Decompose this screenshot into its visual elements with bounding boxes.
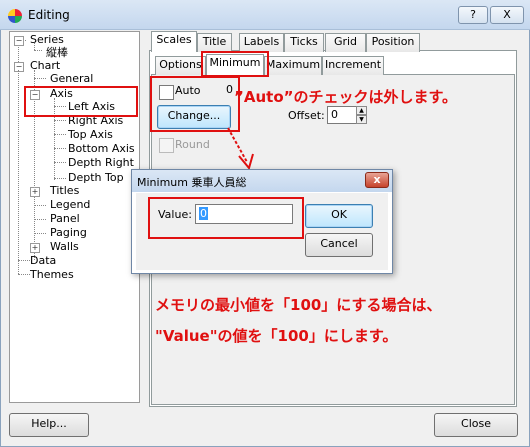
tab-position[interactable]: Position bbox=[366, 33, 420, 52]
dialog-title: Minimum 乗車人員総 bbox=[137, 176, 247, 189]
tree-item-legend[interactable]: Legend bbox=[50, 198, 90, 211]
tree-item-walls[interactable]: Walls bbox=[50, 240, 79, 253]
window-title: Editing bbox=[28, 8, 70, 22]
title-bar bbox=[0, 0, 530, 30]
tab-increment[interactable]: Increment bbox=[322, 56, 384, 75]
highlight-axis-box bbox=[24, 86, 138, 117]
expand-icon[interactable]: + bbox=[30, 187, 40, 197]
round-label: Round bbox=[175, 138, 210, 151]
tree-item-paging[interactable]: Paging bbox=[50, 226, 87, 239]
tree-item-themes[interactable]: Themes bbox=[30, 268, 74, 281]
round-checkbox[interactable] bbox=[159, 138, 174, 153]
tab-minimum[interactable]: Minimum bbox=[206, 54, 264, 75]
auto-note: ”Auto”のチェックは外します。 bbox=[234, 88, 457, 106]
offset-label: Offset: bbox=[288, 109, 325, 122]
highlight-value-box bbox=[148, 197, 304, 239]
dialog-close-button[interactable]: x bbox=[365, 172, 389, 188]
tree-item-series-bar[interactable]: 縦棒 bbox=[46, 44, 68, 60]
help-button[interactable]: Help... bbox=[9, 413, 89, 437]
arrow-icon bbox=[227, 127, 254, 171]
tree-item-panel[interactable]: Panel bbox=[50, 212, 80, 225]
caption-close-button[interactable]: X bbox=[490, 6, 524, 24]
tab-ticks[interactable]: Ticks bbox=[284, 33, 324, 52]
value-note-line1: メモリの最小値を「100」にする場合は、 bbox=[155, 296, 442, 314]
tree-item-bottom-axis[interactable]: Bottom Axis bbox=[68, 142, 135, 155]
tree-item-data[interactable]: Data bbox=[30, 254, 56, 267]
highlight-auto-change bbox=[150, 76, 240, 132]
tree-item-general[interactable]: General bbox=[50, 72, 93, 85]
tab-options[interactable]: Options bbox=[155, 56, 206, 75]
tab-labels[interactable]: Labels bbox=[239, 33, 284, 52]
close-button[interactable]: Close bbox=[434, 413, 518, 437]
value-note-line2: "Value"の値を「100」にします。 bbox=[155, 327, 398, 345]
tree-item-depth-right[interactable]: Depth Right bbox=[68, 156, 134, 169]
collapse-icon[interactable]: − bbox=[14, 62, 24, 72]
tab-title[interactable]: Title bbox=[197, 33, 232, 52]
tab-maximum[interactable]: Maximum bbox=[264, 56, 322, 75]
caption-help-button[interactable]: ? bbox=[458, 6, 488, 24]
tab-grid[interactable]: Grid bbox=[325, 33, 366, 52]
app-icon bbox=[8, 9, 22, 23]
tree-item-titles[interactable]: Titles bbox=[50, 184, 79, 197]
collapse-icon[interactable]: − bbox=[14, 36, 24, 46]
tab-scales[interactable]: Scales bbox=[151, 31, 197, 52]
offset-input[interactable]: 0 bbox=[327, 106, 357, 124]
ok-button[interactable]: OK bbox=[305, 204, 373, 228]
cancel-button[interactable]: Cancel bbox=[305, 233, 373, 257]
tree-item-depth-top[interactable]: Depth Top bbox=[68, 171, 124, 184]
spin-up-icon[interactable]: ▲ bbox=[356, 106, 367, 115]
expand-icon[interactable]: + bbox=[30, 243, 40, 253]
tree-item-top-axis[interactable]: Top Axis bbox=[68, 128, 113, 141]
spin-down-icon[interactable]: ▼ bbox=[356, 115, 367, 124]
